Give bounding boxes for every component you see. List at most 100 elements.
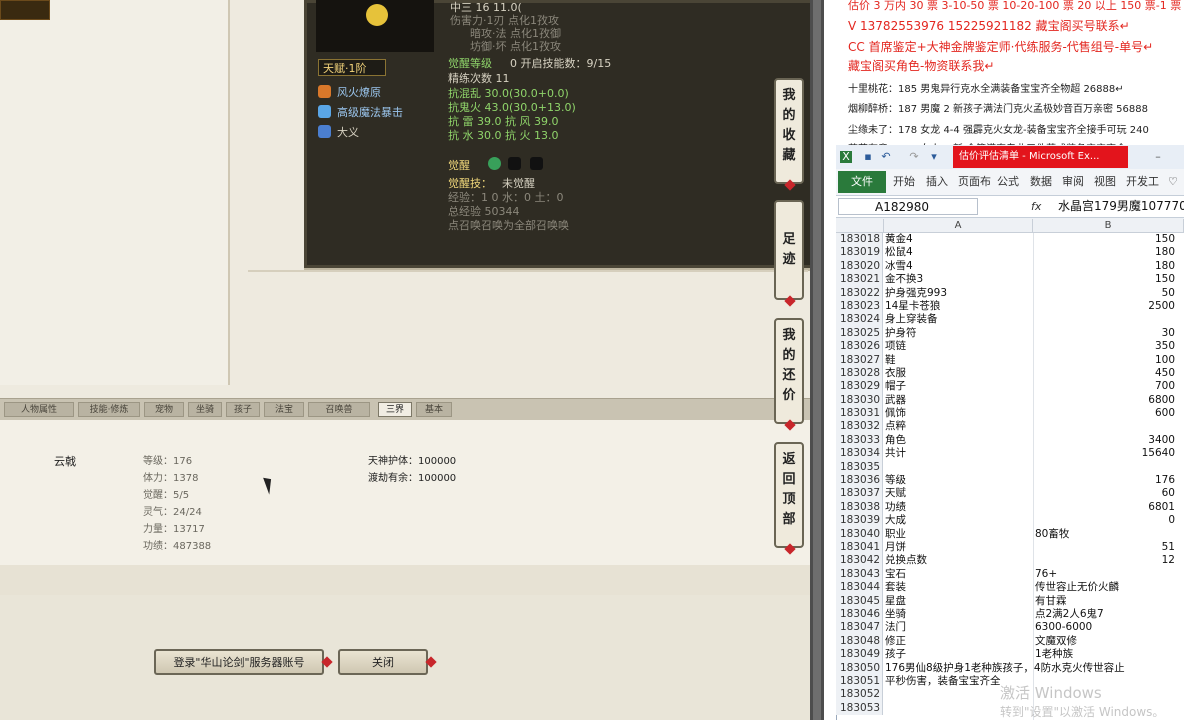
- table-row[interactable]: 183029 帽子 700: [836, 380, 1184, 394]
- table-row[interactable]: 183039 大成 0: [836, 514, 1184, 528]
- cell-b[interactable]: 30: [1035, 327, 1175, 340]
- table-row[interactable]: 183023 14星卡苍狼 2500: [836, 299, 1184, 314]
- table-row[interactable]: 183037 天赋 60: [836, 487, 1184, 501]
- cell-b[interactable]: 76+: [1035, 568, 1175, 581]
- row-number[interactable]: 183025: [836, 326, 883, 341]
- cell-b[interactable]: 6801: [1035, 501, 1175, 514]
- cell-a[interactable]: 护身符: [885, 327, 1033, 340]
- cell-b[interactable]: 700: [1035, 380, 1175, 393]
- table-row[interactable]: 183041 月饼 51: [836, 540, 1184, 555]
- skill-name[interactable]: 风火燎原: [337, 84, 381, 100]
- close-button[interactable]: 关闭: [338, 649, 428, 675]
- cell-a[interactable]: 佩饰: [885, 407, 1033, 420]
- cell-b[interactable]: 80畜牧: [1035, 528, 1175, 541]
- row-number[interactable]: 183018: [836, 233, 883, 247]
- row-number[interactable]: 183051: [836, 674, 883, 689]
- cell-a[interactable]: 共计: [885, 447, 1033, 460]
- awaken-slot-icon[interactable]: [508, 157, 521, 170]
- undo-icon[interactable]: ↶: [880, 151, 892, 163]
- cell-a[interactable]: 宝石: [885, 568, 1033, 581]
- cell-a[interactable]: 衣服: [885, 367, 1033, 380]
- row-number[interactable]: 183049: [836, 648, 883, 662]
- ribbon-tab-formulas[interactable]: 公式: [997, 171, 1019, 193]
- cell-a[interactable]: 金不换3: [885, 273, 1033, 286]
- cell-a[interactable]: 法门: [885, 621, 1033, 634]
- row-number[interactable]: 183044: [836, 581, 883, 595]
- my-counteroffer-button[interactable]: 我的还价: [774, 318, 804, 424]
- tab-child[interactable]: 孩子: [226, 402, 260, 417]
- table-row[interactable]: 183020 冰雪4 180: [836, 259, 1184, 274]
- tab-mount[interactable]: 坐骑: [188, 402, 222, 417]
- tab-skills[interactable]: 技能·修炼: [78, 402, 140, 417]
- row-number[interactable]: 183040: [836, 527, 883, 541]
- cell-a[interactable]: 14星卡苍狼: [885, 300, 1033, 313]
- ribbon-tab-data[interactable]: 数据: [1030, 171, 1052, 193]
- row-number[interactable]: 183050: [836, 661, 883, 675]
- cell-a[interactable]: 修正: [885, 635, 1033, 648]
- cell-a[interactable]: 大成: [885, 514, 1033, 527]
- row-number[interactable]: 183033: [836, 433, 883, 448]
- cell-a[interactable]: 武器: [885, 394, 1033, 407]
- row-number[interactable]: 183026: [836, 340, 883, 354]
- cell-a[interactable]: 176男仙8级护身1老种族孩子，4防水克火传世容止: [885, 662, 1125, 675]
- row-number[interactable]: 183031: [836, 407, 883, 421]
- cell-a[interactable]: 黄金4: [885, 233, 1033, 246]
- tab-character[interactable]: 人物属性: [4, 402, 74, 417]
- cell-b[interactable]: 180: [1035, 260, 1175, 273]
- row-number[interactable]: 183035: [836, 460, 883, 475]
- table-row[interactable]: 183044 套装 传世容止无价火麟: [836, 581, 1184, 595]
- cell-a[interactable]: 套装: [885, 581, 1033, 594]
- row-number[interactable]: 183027: [836, 353, 883, 367]
- table-row[interactable]: 183019 松鼠4 180: [836, 246, 1184, 260]
- character-thumbnail[interactable]: [0, 0, 50, 20]
- row-number[interactable]: 183046: [836, 607, 883, 622]
- table-row[interactable]: 183034 共计 15640: [836, 447, 1184, 461]
- my-favorites-button[interactable]: 我的收藏: [774, 78, 804, 184]
- cell-a[interactable]: 天赋: [885, 487, 1033, 500]
- cell-a[interactable]: 身上穿装备: [885, 313, 1033, 326]
- scrollbar[interactable]: [813, 0, 821, 720]
- row-number[interactable]: 183048: [836, 634, 883, 649]
- cell-b[interactable]: 传世容止无价火麟: [1035, 581, 1175, 594]
- cell-a[interactable]: 星盘: [885, 595, 1033, 608]
- cell-b[interactable]: 点2满2人6鬼7: [1035, 608, 1175, 621]
- footprint-button[interactable]: 足迹: [774, 200, 804, 300]
- column-header-b[interactable]: B: [1033, 219, 1184, 232]
- minimize-icon[interactable]: –: [1152, 151, 1164, 163]
- table-row[interactable]: 183043 宝石 76+: [836, 567, 1184, 582]
- ribbon-tab-developer[interactable]: 开发工: [1126, 171, 1159, 193]
- cell-a[interactable]: 坐骑: [885, 608, 1033, 621]
- cell-b[interactable]: 0: [1035, 514, 1175, 527]
- cell-b[interactable]: 150: [1035, 273, 1175, 286]
- cell-a[interactable]: 兑换点数: [885, 554, 1033, 567]
- file-tab[interactable]: 文件: [838, 171, 886, 193]
- ribbon-tab-review[interactable]: 审阅: [1062, 171, 1084, 193]
- row-number[interactable]: 183038: [836, 500, 883, 515]
- cell-a[interactable]: 职业: [885, 528, 1033, 541]
- table-row[interactable]: 183027 鞋 100: [836, 353, 1184, 367]
- cell-a[interactable]: 护身强克993: [885, 287, 1033, 300]
- cell-b[interactable]: 150: [1035, 233, 1175, 246]
- cell-b[interactable]: 15640: [1035, 447, 1175, 460]
- row-number[interactable]: 183022: [836, 286, 883, 300]
- table-row[interactable]: 183024 身上穿装备: [836, 313, 1184, 327]
- row-number[interactable]: 183043: [836, 567, 883, 582]
- name-box[interactable]: A182980: [838, 198, 978, 215]
- redo-icon[interactable]: ↷: [908, 151, 920, 163]
- table-row[interactable]: 183032 点粹: [836, 420, 1184, 434]
- row-number[interactable]: 183023: [836, 299, 883, 314]
- column-header-a[interactable]: A: [884, 219, 1033, 232]
- table-row[interactable]: 183031 佩饰 600: [836, 407, 1184, 421]
- cell-a[interactable]: 孩子: [885, 648, 1033, 661]
- cell-b[interactable]: 176: [1035, 474, 1175, 487]
- row-number[interactable]: 183021: [836, 273, 883, 287]
- table-row[interactable]: 183049 孩子 1老种族: [836, 648, 1184, 662]
- cell-b[interactable]: 50: [1035, 287, 1175, 300]
- cell-b[interactable]: 450: [1035, 367, 1175, 380]
- cell-a[interactable]: 月饼: [885, 541, 1033, 554]
- cell-b[interactable]: 6800: [1035, 394, 1175, 407]
- cell-a[interactable]: 点粹: [885, 420, 1033, 433]
- cell-a[interactable]: 等级: [885, 474, 1033, 487]
- cell-a[interactable]: 角色: [885, 434, 1033, 447]
- row-number[interactable]: 183034: [836, 447, 883, 461]
